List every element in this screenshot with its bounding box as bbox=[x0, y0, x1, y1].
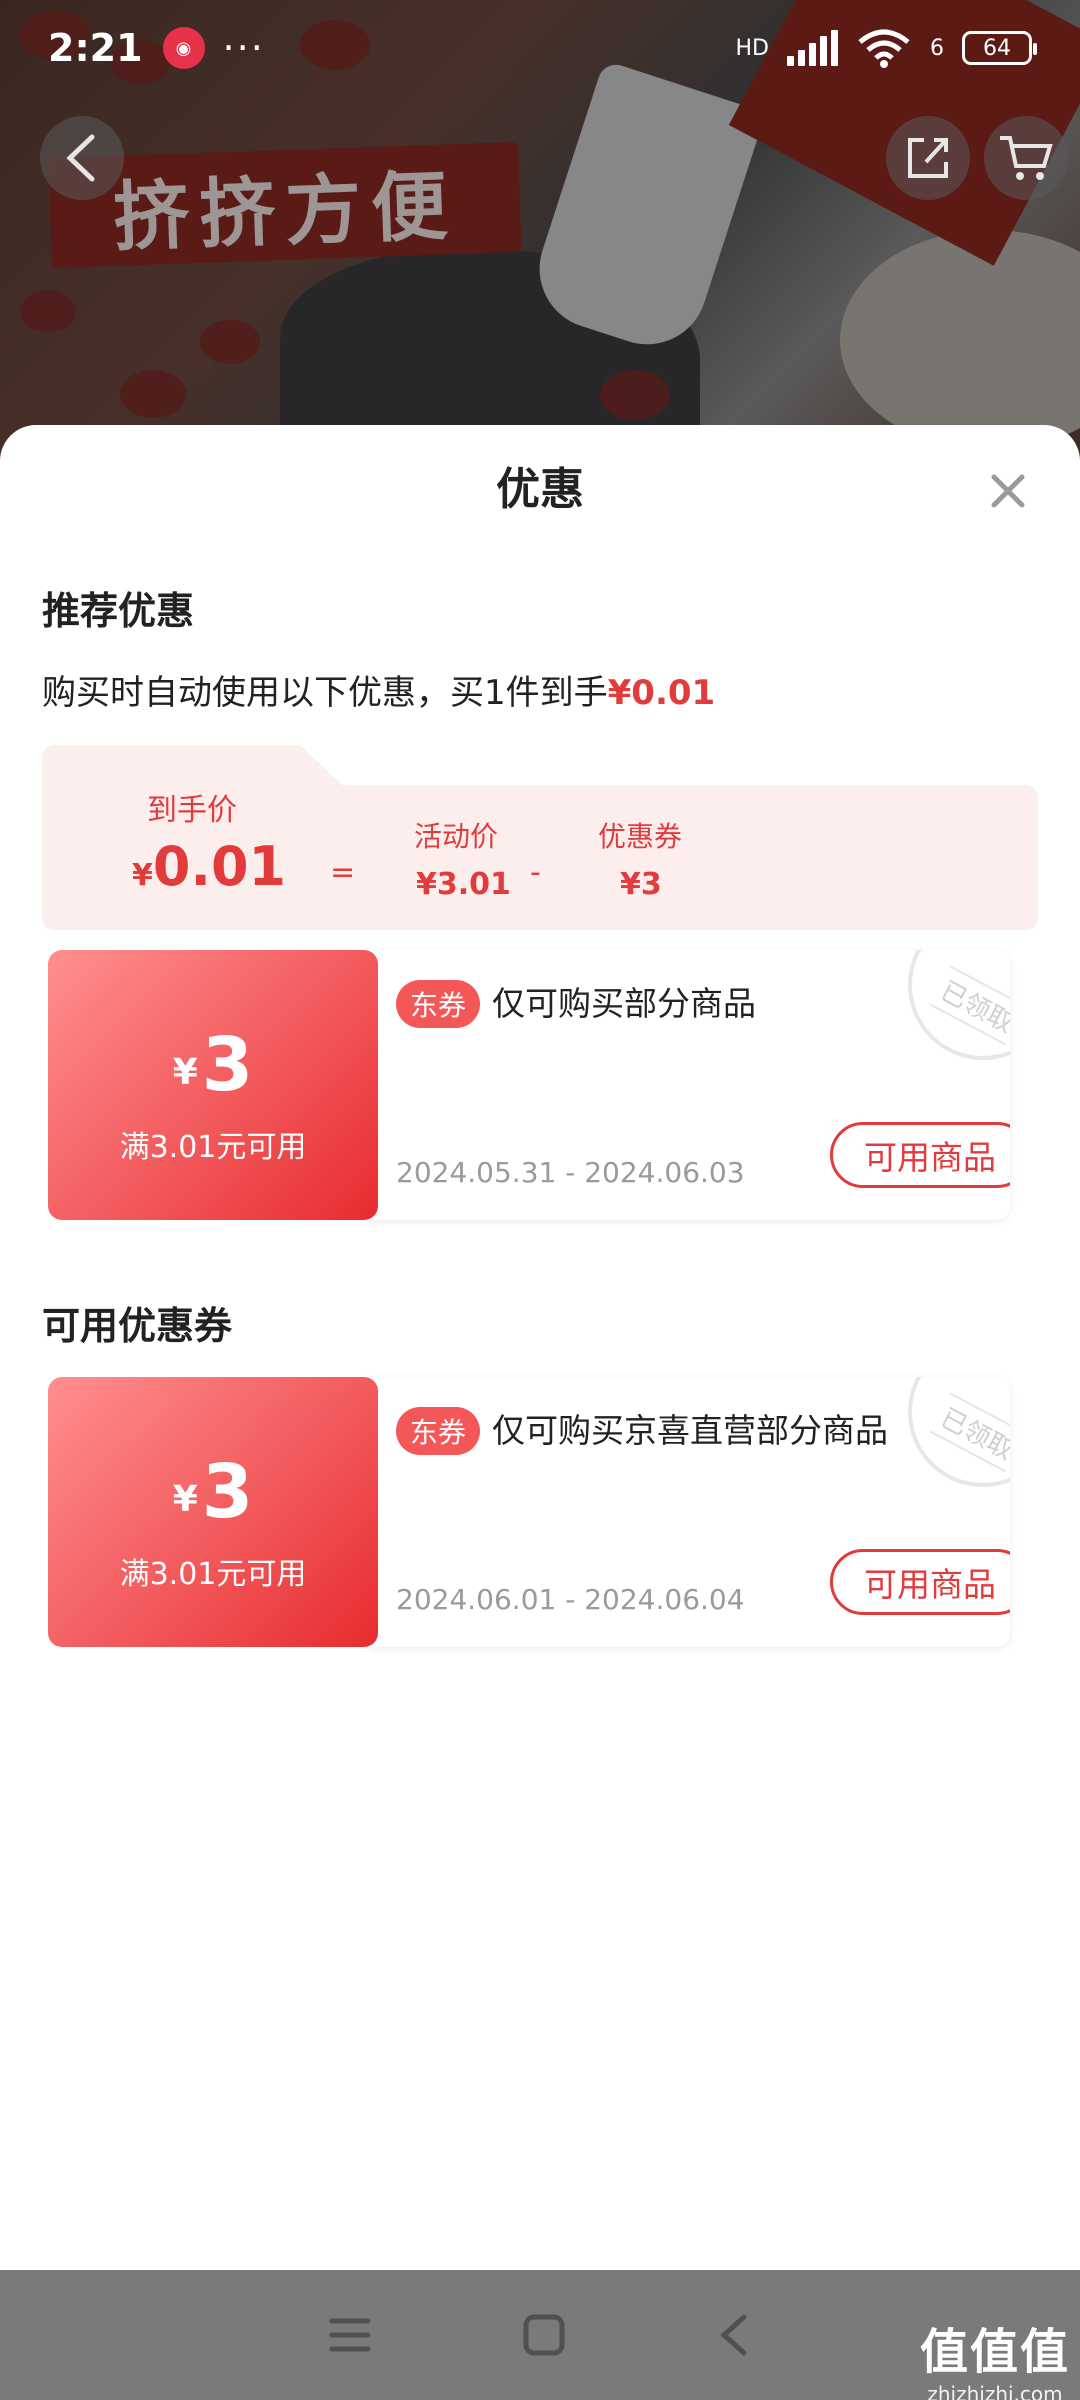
coupon-discount-value: ¥3 bbox=[620, 867, 662, 902]
coupon-tag: 东券 bbox=[396, 980, 481, 1028]
coupon-validity-date: 2024.05.31 - 2024.06.03 bbox=[396, 1156, 745, 1189]
hd-label: HD bbox=[735, 35, 769, 61]
auto-note-text: 购买时自动使用以下优惠，买1件到手 bbox=[42, 673, 608, 713]
system-nav-bar bbox=[0, 2270, 1080, 2400]
menu-icon[interactable] bbox=[328, 2315, 372, 2355]
available-coupons-title: 可用优惠券 bbox=[42, 1304, 233, 1348]
battery-level: 64 bbox=[983, 35, 1011, 61]
final-price-value: ¥0.01 bbox=[132, 835, 287, 898]
available-products-button[interactable]: 可用商品 bbox=[830, 1122, 1010, 1188]
back-icon bbox=[66, 134, 95, 182]
coupon-condition: 满3.01元可用 bbox=[119, 1557, 307, 1592]
auto-note-final-price: ¥0.01 bbox=[607, 673, 716, 713]
coupon-description: 仅可购买京喜直营部分商品 bbox=[492, 1411, 888, 1450]
claimed-stamp: 已领取 bbox=[908, 950, 1010, 1060]
coupon-discount-label: 优惠券 bbox=[598, 820, 683, 853]
claimed-stamp: 已领取 bbox=[908, 1377, 1010, 1487]
cart-icon bbox=[1000, 136, 1053, 180]
coupon-amount: ¥3 bbox=[172, 1022, 254, 1108]
coupon-value-panel: ¥3 满3.01元可用 bbox=[48, 950, 378, 1220]
screen: 挤挤方便 2:21 ◉ ··· HD 6 64 优惠 推荐优惠 购买时自动使用以… bbox=[0, 0, 1080, 2400]
coupon-details: 已领取 东券 仅可购买部分商品 2024.05.31 - 2024.06.03 … bbox=[368, 950, 1010, 1220]
home-icon[interactable] bbox=[522, 2313, 566, 2357]
status-bar: 2:21 ◉ ··· HD 6 64 bbox=[0, 0, 1080, 96]
available-products-button[interactable]: 可用商品 bbox=[830, 1549, 1010, 1615]
discount-sheet: 优惠 推荐优惠 购买时自动使用以下优惠，买1件到手¥0.01 到手价 ¥0.01… bbox=[0, 425, 1080, 2270]
wifi-level: 6 bbox=[930, 35, 944, 61]
coupon-details: 已领取 东券 仅可购买京喜直营部分商品 2024.06.01 - 2024.06… bbox=[368, 1377, 1010, 1647]
recommended-title: 推荐优惠 bbox=[42, 589, 195, 633]
wifi-icon bbox=[858, 29, 910, 68]
cart-button[interactable] bbox=[984, 116, 1068, 200]
minus-sign: - bbox=[530, 855, 541, 890]
coupon-validity-date: 2024.06.01 - 2024.06.04 bbox=[396, 1583, 745, 1616]
battery-icon: 64 bbox=[962, 31, 1037, 65]
coupon-tag: 东券 bbox=[396, 1407, 481, 1455]
activity-price-label: 活动价 bbox=[414, 820, 499, 853]
back-button[interactable] bbox=[40, 116, 124, 200]
coupon-description: 仅可购买部分商品 bbox=[492, 984, 756, 1023]
nav-back-icon[interactable] bbox=[716, 2313, 752, 2357]
app-notification-icon: ◉ bbox=[162, 27, 205, 69]
sheet-title: 优惠 bbox=[496, 464, 584, 515]
more-notifications-icon: ··· bbox=[222, 26, 265, 70]
share-icon bbox=[908, 138, 948, 178]
equals-sign: = bbox=[330, 855, 356, 890]
watermark-title: 值值值 bbox=[919, 2324, 1070, 2380]
final-price-label: 到手价 bbox=[147, 793, 237, 828]
watermark-logo: 值值值 zhizhizhi.com bbox=[920, 2312, 1070, 2400]
signal-icon bbox=[787, 30, 838, 66]
coupon-value-panel: ¥3 满3.01元可用 bbox=[48, 1377, 378, 1647]
activity-price-value: ¥3.01 bbox=[416, 867, 511, 902]
status-time: 2:21 bbox=[48, 26, 143, 70]
watermark-url: zhizhizhi.com bbox=[927, 2382, 1063, 2400]
share-button[interactable] bbox=[886, 116, 970, 200]
coupon-card: 已领取 东券 仅可购买部分商品 2024.05.31 - 2024.06.03 … bbox=[48, 950, 1010, 1220]
auto-apply-note: 购买时自动使用以下优惠，买1件到手¥0.01 bbox=[42, 665, 715, 714]
coupon-condition: 满3.01元可用 bbox=[119, 1130, 307, 1165]
close-icon[interactable] bbox=[986, 469, 1030, 513]
price-breakdown: 到手价 ¥0.01 = 活动价 ¥3.01 - 优惠券 ¥3 bbox=[42, 745, 1038, 930]
coupon-card: 已领取 东券 仅可购买京喜直营部分商品 2024.06.01 - 2024.06… bbox=[48, 1377, 1010, 1647]
coupon-amount: ¥3 bbox=[172, 1449, 254, 1535]
